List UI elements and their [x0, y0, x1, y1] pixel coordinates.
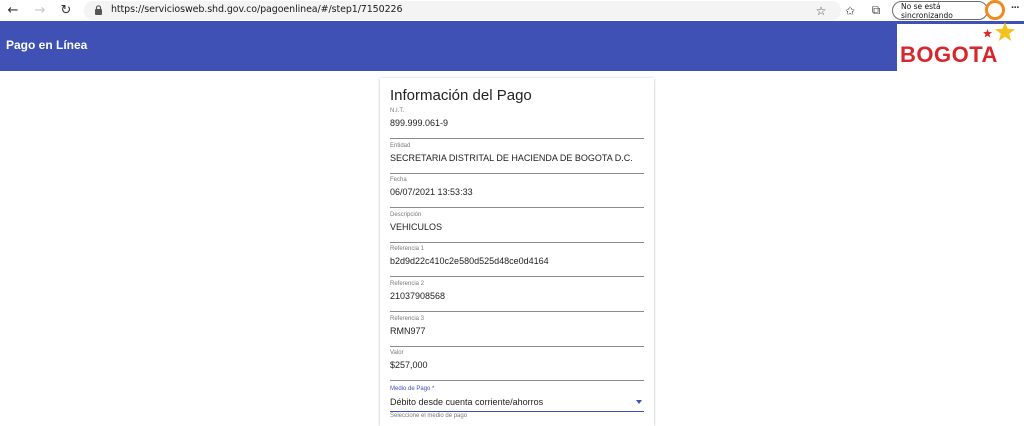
fecha-field: Fecha 06/07/2021 13:53:33: [390, 177, 644, 208]
nit-field: N.I.T. 899.999.061-9: [390, 108, 644, 139]
favorites-icon: ✩: [844, 3, 856, 18]
payment-method-value: Débito desde cuenta corriente/ahorros: [390, 397, 544, 407]
descripcion-field: Descripción VEHICULOS: [390, 212, 644, 243]
referencia-2-field: Referencia 2 21037908568: [390, 281, 644, 312]
profile-sync-button[interactable]: No se está sincronizando: [892, 1, 988, 20]
url-text: https://serviciosweb.shd.gov.co/pagoenli…: [111, 4, 403, 15]
profile-avatar-icon[interactable]: [985, 0, 1005, 20]
field-label: Entidad: [390, 143, 411, 149]
field-value: SECRETARIA DISTRITAL DE HACIENDA DE BOGO…: [390, 153, 633, 163]
forward-button[interactable]: →: [31, 2, 49, 19]
field-value: $257,000: [390, 360, 428, 370]
payment-method-hint: Seleccione el medio de pago: [390, 413, 468, 419]
more-options-button[interactable]: ···: [1011, 2, 1020, 14]
reload-button[interactable]: ↻: [57, 2, 75, 19]
star-icon: ☆: [815, 3, 827, 18]
referencia-3-field: Referencia 3 RMN977: [390, 316, 644, 347]
referencia-1-field: Referencia 1 b2d9d22c410c2e580d525d48ce0…: [390, 246, 644, 277]
field-value: VEHICULOS: [390, 222, 443, 232]
logo-small-star-icon: [983, 29, 992, 38]
card-title: Información del Pago: [390, 87, 532, 104]
back-button[interactable]: ←: [4, 2, 22, 19]
field-value: 21037908568: [390, 291, 446, 301]
more-dots-icon: ···: [1011, 2, 1020, 14]
field-label: Descripción: [390, 212, 422, 218]
collections-button[interactable]: ⧉: [867, 2, 885, 19]
app-header: Pago en Línea: [0, 21, 1024, 71]
field-value: RMN977: [390, 326, 426, 336]
payment-method-select[interactable]: Medio de Pago * Débito desde cuenta corr…: [390, 386, 644, 412]
field-value: b2d9d22c410c2e580d525d48ce0d4164: [390, 256, 549, 266]
field-label: Fecha: [390, 177, 407, 183]
field-label: Referencia 3: [390, 316, 425, 322]
field-label: N.I.T.: [390, 108, 405, 114]
payment-info-card: Información del Pago N.I.T. 899.999.061-…: [380, 78, 654, 426]
logo-star-icon: [995, 22, 1015, 41]
page-title: Pago en Línea: [6, 38, 88, 52]
field-label: Referencia 2: [390, 281, 425, 287]
address-bar[interactable]: https://serviciosweb.shd.gov.co/pagoenli…: [84, 1, 841, 20]
field-value: 06/07/2021 13:53:33: [390, 187, 473, 197]
lock-icon: [95, 5, 102, 15]
reload-icon: ↻: [60, 3, 72, 18]
field-label: Referencia 1: [390, 246, 425, 252]
bogota-logo: BOGOTA: [897, 22, 1024, 71]
field-label: Valor: [390, 350, 404, 356]
field-value: 899.999.061-9: [390, 118, 449, 128]
favorites-button[interactable]: ✩: [841, 2, 859, 19]
browser-toolbar: ← → ↻ https://serviciosweb.shd.gov.co/pa…: [0, 0, 1024, 21]
entidad-field: Entidad SECRETARIA DISTRITAL DE HACIENDA…: [390, 143, 644, 174]
dropdown-arrow-icon[interactable]: [636, 400, 642, 404]
forward-arrow-icon: →: [34, 3, 46, 18]
back-arrow-icon: ←: [7, 3, 19, 18]
sync-status-label: No se está sincronizando: [901, 1, 953, 20]
payment-method-label: Medio de Pago *: [390, 386, 435, 392]
favorite-star-button[interactable]: ☆: [812, 2, 830, 19]
logo-text: BOGOTA: [900, 42, 998, 67]
valor-field: Valor $257,000: [390, 350, 644, 381]
collections-icon: ⧉: [871, 3, 881, 17]
